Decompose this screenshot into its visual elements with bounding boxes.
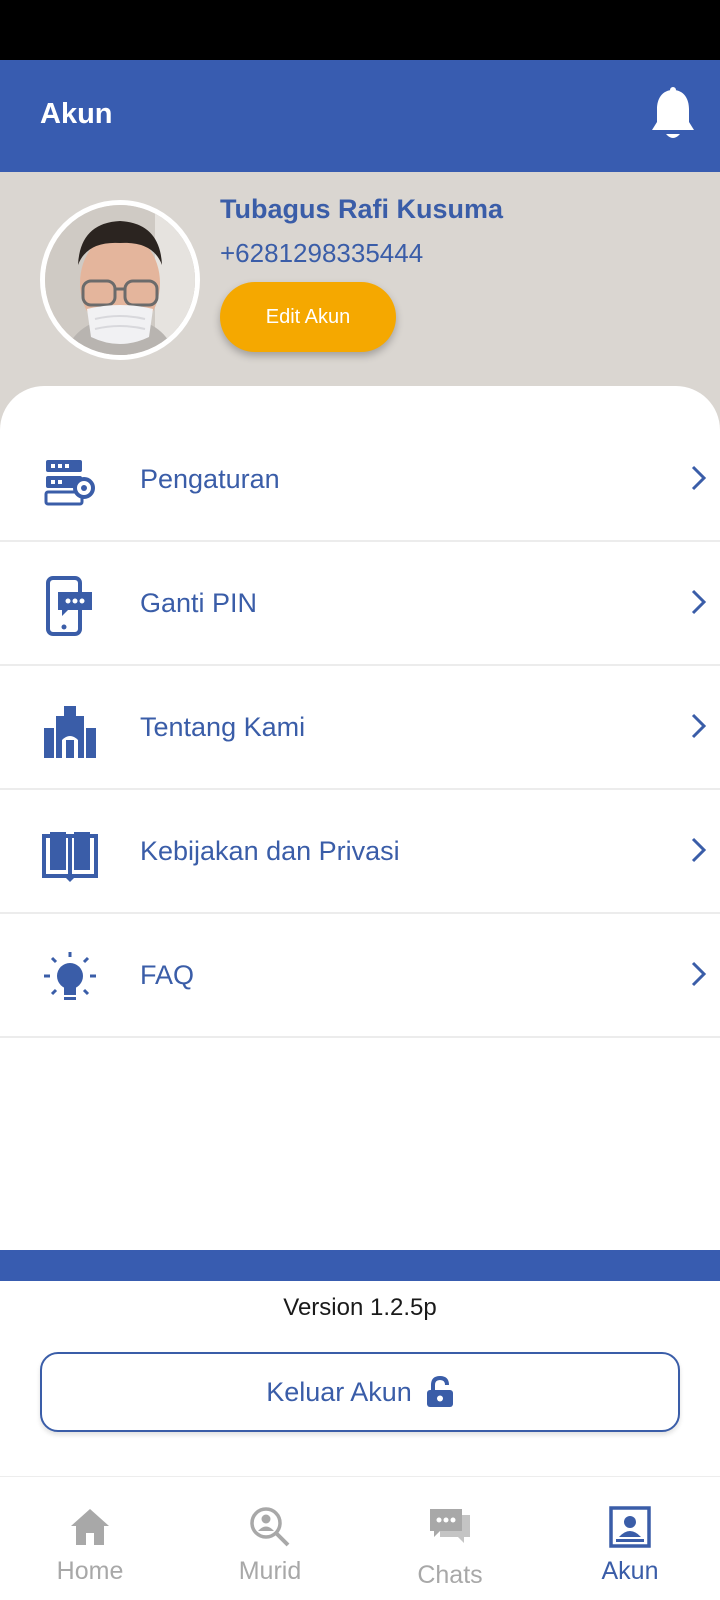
menu-item-ganti-pin[interactable]: Ganti PIN: [0, 542, 720, 666]
chevron-right-icon: [691, 961, 707, 987]
nav-home[interactable]: Home: [0, 1477, 180, 1600]
chevron-right-icon: [691, 465, 707, 491]
version-text: Version 1.2.5p: [283, 1294, 437, 1321]
menu-item-label: Pengaturan: [140, 464, 280, 494]
account-icon: [609, 1506, 651, 1548]
nav-murid[interactable]: Murid: [180, 1477, 360, 1600]
nav-chats[interactable]: Chats: [360, 1477, 540, 1600]
chevron-right-icon: [691, 589, 707, 615]
footer-divider: [0, 1250, 720, 1281]
app-header: Akun: [0, 60, 720, 172]
unlock-icon: [426, 1376, 453, 1407]
menu-item-label: Ganti PIN: [140, 588, 258, 618]
menu-item-label: Kebijakan dan Privasi: [140, 836, 400, 866]
avatar: [40, 200, 200, 360]
nav-akun[interactable]: Akun: [540, 1477, 720, 1600]
logout-button[interactable]: Keluar Akun: [40, 1352, 680, 1432]
menu-item-label: Tentang Kami: [140, 712, 306, 742]
book-icon: [42, 832, 98, 882]
nav-label: Home: [56, 1557, 124, 1585]
bell-icon[interactable]: [648, 86, 698, 146]
phone-pin-icon: [46, 576, 92, 636]
nav-label: Akun: [601, 1557, 659, 1585]
bottom-nav: Home Murid Chats Akun: [0, 1476, 720, 1600]
lightbulb-icon: [44, 952, 96, 1000]
chat-icon: [430, 1509, 470, 1543]
avatar-photo: [45, 205, 195, 355]
building-icon: [44, 706, 96, 758]
page-title: Akun: [40, 98, 113, 130]
menu-item-label: FAQ: [140, 960, 195, 990]
logout-label: Keluar Akun: [266, 1376, 412, 1407]
menu-item-pengaturan[interactable]: Pengaturan: [0, 418, 720, 542]
chevron-right-icon: [691, 713, 707, 739]
profile-name: Tubagus Rafi Kusuma: [220, 194, 504, 224]
profile-phone: +6281298335444: [220, 238, 424, 268]
nav-label: Murid: [238, 1557, 302, 1585]
edit-account-button[interactable]: Edit Akun: [220, 282, 396, 352]
status-bar: [0, 0, 720, 60]
menu-item-tentang-kami[interactable]: Tentang Kami: [0, 666, 720, 790]
nav-label: Chats: [417, 1561, 483, 1589]
search-user-icon: [250, 1507, 290, 1547]
settings-server-icon: [44, 460, 95, 506]
home-icon: [71, 1509, 109, 1545]
menu-item-kebijakan-privasi[interactable]: Kebijakan dan Privasi: [0, 790, 720, 914]
menu-list: Pengaturan Ganti PIN Tentang Kami Kebija…: [0, 386, 720, 1250]
chevron-right-icon: [691, 837, 707, 863]
menu-item-faq[interactable]: FAQ: [0, 914, 720, 1038]
